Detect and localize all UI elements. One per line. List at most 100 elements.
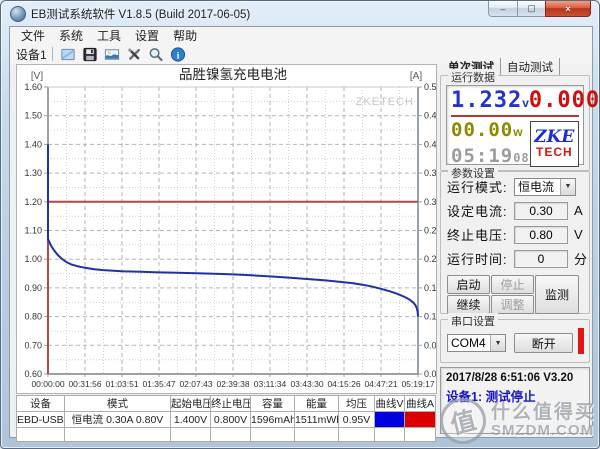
svg-text:[V]: [V]: [31, 71, 43, 82]
screenshot: EB测试系统软件 V1.8.5 (Build 2017-06-05) – ▢ ×…: [0, 0, 600, 449]
svg-text:1.20: 1.20: [24, 197, 42, 207]
status-line-datetime: 2017/8/28 6:51:06 V3.20: [446, 372, 574, 384]
table-cell: [170, 427, 211, 442]
svg-text:0.80: 0.80: [24, 312, 42, 322]
svg-text:1.50: 1.50: [24, 111, 42, 121]
close-button[interactable]: ×: [545, 1, 591, 17]
table-cell: [338, 427, 375, 442]
table-cell: 1511mWh: [294, 411, 339, 428]
svg-text:1.00: 1.00: [24, 254, 42, 264]
table-header: 终止电压: [210, 395, 251, 412]
svg-text:0.45: 0.45: [424, 111, 436, 121]
zoom-icon[interactable]: [147, 46, 165, 63]
svg-text:0.60: 0.60: [24, 369, 42, 379]
client-area: 文件 系统 工具 设置 帮助 设备1 i ZKETECH 0.60 0.70 0.80 0.90…: [9, 26, 599, 442]
minimize-button[interactable]: –: [488, 1, 518, 17]
svg-text:02:07:43: 02:07:43: [179, 379, 212, 389]
table-header: 容量: [250, 395, 295, 412]
time-readout: 05:1908: [451, 145, 530, 167]
params-group-label: 参数设置: [448, 165, 498, 181]
svg-text:02:39:38: 02:39:38: [216, 379, 249, 389]
menubar: 文件 系统 工具 设置 帮助: [10, 27, 592, 44]
table-cell: [294, 427, 339, 442]
maximize-button[interactable]: ▢: [518, 1, 545, 17]
table-header: 曲线V: [374, 395, 405, 412]
connection-indicator: [578, 328, 584, 354]
table-header: 设备: [16, 395, 65, 412]
set-current-input[interactable]: [514, 201, 568, 220]
svg-text:[A]: [A]: [410, 71, 422, 82]
svg-text:00:31:56: 00:31:56: [68, 379, 101, 389]
table-header: 曲线A: [404, 395, 436, 412]
com-port-select[interactable]: COM4 ▼: [447, 334, 507, 352]
menu-item-0[interactable]: 文件: [14, 26, 52, 45]
svg-text:0.00: 0.00: [424, 369, 436, 379]
close-icon: ×: [565, 3, 571, 14]
info-icon[interactable]: i: [169, 46, 187, 63]
cutoff-voltage-label: 终止电压:: [447, 228, 508, 243]
file-icon[interactable]: [59, 46, 77, 63]
run-data-group: 运行数据 1.232v 0.000A 00.00w 05:1908 ZKE: [440, 69, 599, 171]
disconnect-button[interactable]: 断开: [514, 333, 574, 353]
table-cell: 恒电流 0.30A 0.80V: [64, 411, 171, 428]
status-line-device: 设备1: 测试停止: [446, 390, 536, 404]
app-window: EB测试系统软件 V1.8.5 (Build 2017-06-05) – ▢ ×…: [0, 0, 600, 449]
table-row-empty: [16, 427, 436, 442]
svg-text:04:15:26: 04:15:26: [327, 379, 360, 389]
svg-text:0.25: 0.25: [424, 226, 436, 236]
table-header: 均压: [338, 395, 375, 412]
run-mode-select[interactable]: 恒电流 ▼: [514, 177, 576, 196]
table-header: 起始电压: [170, 395, 211, 412]
monitor-button[interactable]: 监测: [535, 275, 579, 314]
svg-text:0.40: 0.40: [424, 139, 436, 149]
cutoff-voltage-input[interactable]: [514, 225, 568, 244]
resume-button[interactable]: 继续: [447, 295, 490, 314]
device-tab[interactable]: 设备1: [14, 46, 52, 63]
run-time-input[interactable]: [514, 249, 568, 268]
results-table: 设备模式起始电压终止电压容量能量均压曲线V曲线AEBD-USB+恒电流 0.30…: [16, 395, 436, 442]
menu-item-1[interactable]: 系统: [52, 26, 90, 45]
menu-item-3[interactable]: 设置: [128, 26, 166, 45]
table-row: EBD-USB+恒电流 0.30A 0.80V1.400V0.800V1596m…: [16, 411, 436, 428]
maximize-icon: ▢: [527, 3, 536, 13]
svg-text:1.60: 1.60: [24, 82, 42, 92]
voltage-readout: 1.232v: [451, 88, 529, 113]
tab-auto-test[interactable]: 自动测试: [501, 58, 560, 76]
window-title: EB测试系统软件 V1.8.5 (Build 2017-06-05): [31, 8, 251, 21]
app-icon: [10, 5, 26, 22]
tools-icon[interactable]: [125, 46, 143, 63]
menu-item-4[interactable]: 帮助: [166, 26, 204, 45]
run-data-group-label: 运行数据: [448, 69, 498, 85]
table-cell: [404, 427, 436, 442]
svg-text:0.50: 0.50: [424, 82, 436, 92]
window-controls: – ▢ ×: [488, 1, 591, 17]
right-panel: 单次测试 自动测试 运行数据 1.232v 0.000A 00.00w 05:1…: [440, 58, 599, 436]
table-cell: 0.95V: [338, 411, 375, 428]
readout-panel: 1.232v 0.000A 00.00w 05:1908 ZKE TECH: [446, 85, 599, 167]
save-icon[interactable]: [81, 46, 99, 63]
svg-text:01:03:51: 01:03:51: [105, 379, 138, 389]
svg-text:1.10: 1.10: [24, 226, 42, 236]
svg-text:0.20: 0.20: [424, 254, 436, 264]
svg-text:04:47:21: 04:47:21: [364, 379, 397, 389]
table-cell: EBD-USB+: [16, 411, 65, 428]
svg-text:0.10: 0.10: [424, 312, 436, 322]
params-group: 参数设置 运行模式: 恒电流 ▼ 设定电流: A 终止电压: V: [440, 165, 590, 314]
table-cell: [64, 427, 171, 442]
titlebar: EB测试系统软件 V1.8.5 (Build 2017-06-05) – ▢ ×: [1, 1, 599, 26]
run-time-label: 运行时间:: [447, 252, 508, 267]
table-cell: [210, 427, 251, 442]
image-icon[interactable]: [103, 46, 121, 63]
battery-discharge-chart: ZKETECH 0.60 0.70 0.80 0.90 1.00 1.10 1.20 1.30 1…: [24, 67, 441, 389]
start-button[interactable]: 启动: [447, 275, 490, 294]
svg-text:01:35:47: 01:35:47: [142, 379, 175, 389]
menu-item-2[interactable]: 工具: [90, 26, 128, 45]
stop-button[interactable]: 停止: [491, 275, 534, 294]
adjust-button[interactable]: 调整: [491, 295, 534, 314]
svg-text:0.15: 0.15: [424, 283, 436, 293]
svg-text:1.40: 1.40: [24, 139, 42, 149]
status-box: 2017/8/28 6:51:06 V3.20 设备1: 测试停止: [440, 367, 590, 434]
svg-text:0.05: 0.05: [424, 340, 436, 350]
svg-text:i: i: [176, 51, 179, 61]
chevron-down-icon: ▼: [490, 335, 506, 351]
